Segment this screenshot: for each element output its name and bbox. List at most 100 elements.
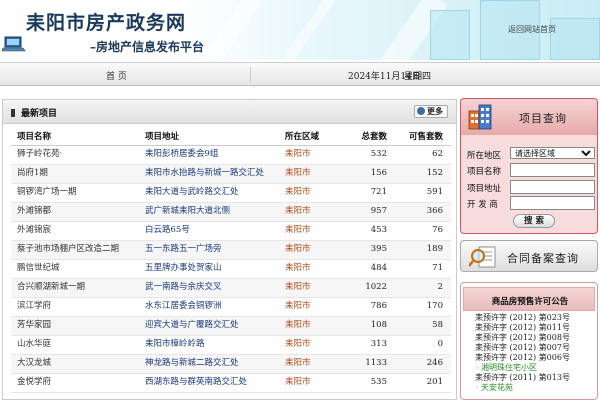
available-units-cell: 58 bbox=[395, 316, 451, 336]
available-units-cell: 366 bbox=[395, 202, 451, 222]
table-row[interactable]: 蔡子池市场棚户区改造二期 五一东路五一广场旁 耒阳市 395 189 bbox=[11, 240, 451, 260]
project-name-cell[interactable]: 蔡子池市场棚户区改造二期 bbox=[11, 240, 141, 260]
permit-project-link[interactable]: ◦天安花苑 bbox=[469, 383, 595, 393]
total-units-cell: 532 bbox=[345, 145, 395, 165]
project-area-cell: 耒阳市 bbox=[281, 221, 345, 241]
project-name-cell[interactable]: 合兴顺湖新城一期 bbox=[11, 278, 141, 298]
available-units-cell: 201 bbox=[395, 373, 451, 393]
project-address-input[interactable] bbox=[510, 180, 595, 194]
total-units-cell: 535 bbox=[345, 373, 395, 393]
more-label: 更多 bbox=[427, 106, 443, 116]
available-units-cell: 0 bbox=[395, 335, 451, 355]
total-units-cell: 1133 bbox=[345, 354, 395, 374]
search-button[interactable]: 搜 索 bbox=[513, 214, 555, 228]
permit-text: 湘明珠住宅小区 bbox=[481, 363, 537, 372]
developer-label: 开 发 商 bbox=[467, 200, 498, 210]
table-row[interactable]: 芳华家园 迎宾大道与广覆路交汇处 耒阳市 108 58 bbox=[11, 316, 451, 336]
contract-query-title: 合同备案查询 bbox=[507, 252, 579, 265]
total-units-cell: 108 bbox=[345, 316, 395, 336]
project-address-row: 项目地址 bbox=[467, 180, 597, 194]
total-units-cell: 721 bbox=[345, 183, 395, 203]
project-name-cell[interactable]: 芳华家园 bbox=[11, 316, 141, 336]
project-address-cell: 白云路65号 bbox=[141, 221, 281, 241]
table-row[interactable]: 铜锣湾广场一期 耒阳大道与武岭路交汇处 耒阳市 721 591 bbox=[11, 183, 451, 203]
project-area-cell: 耒阳市 bbox=[281, 297, 345, 317]
permit-header: 商品房预售许可公告 bbox=[463, 287, 595, 311]
return-home-link[interactable]: 返回网站首页 bbox=[508, 24, 556, 35]
permit-text: 耒预许字 (2012) 第007号 bbox=[475, 343, 570, 352]
permit-title: 商品房预售许可公告 bbox=[491, 297, 569, 307]
presale-permit-panel: 商品房预售许可公告 耒预许字 (2012) 第023号 耒预许字 (2012) 第… bbox=[460, 282, 598, 400]
region-label: 所在地区 bbox=[467, 151, 502, 161]
available-units-cell: 591 bbox=[395, 183, 451, 203]
total-units-cell: 156 bbox=[345, 164, 395, 184]
query-header: 项目查询 bbox=[461, 99, 597, 135]
project-name-input[interactable] bbox=[510, 163, 595, 177]
available-units-cell: 76 bbox=[395, 221, 451, 241]
section-title: 最新项目 bbox=[11, 106, 57, 119]
available-units-cell: 2 bbox=[395, 278, 451, 298]
project-name-cell[interactable]: 外滩锦都 bbox=[11, 202, 141, 222]
project-address-cell: 耒阳彭桥居委会9组 bbox=[141, 145, 281, 165]
magnifier-document-icon bbox=[469, 246, 496, 268]
project-address-cell: 武一南路与余庆交叉 bbox=[141, 278, 281, 298]
current-weekday: 星期四 bbox=[404, 72, 432, 82]
permit-item-link[interactable]: 耒预许字 (2012) 第008号 bbox=[469, 333, 595, 343]
table-row[interactable]: 合兴顺湖新城一期 武一南路与余庆交叉 耒阳市 1022 2 bbox=[11, 278, 451, 298]
available-units-cell: 152 bbox=[395, 164, 451, 184]
permit-item-link[interactable]: 耒预许字 (2012) 第007号 bbox=[469, 343, 595, 353]
permit-item-link[interactable]: 耒预许字 (2012) 第011号 bbox=[469, 323, 595, 333]
site-header: 耒阳市房产政务网 –房地产信息发布平台 返回网站首页 bbox=[0, 0, 600, 60]
table-row[interactable]: 山水华庭 耒阳市樟岭岭路 耒阳市 313 0 bbox=[11, 335, 451, 355]
project-name-cell[interactable]: 尚府1期 bbox=[11, 164, 141, 184]
latest-projects-panel: 最新项目 更多 项目名称 项目地址 所在区域 总套数 可售套数 狮子岭花苑· 耒阳… bbox=[2, 99, 457, 400]
project-area-cell: 耒阳市 bbox=[281, 183, 345, 203]
project-name-cell[interactable]: 大汉龙城 bbox=[11, 354, 141, 374]
permit-item-link[interactable]: 耒预许字 (2011) 第013号 bbox=[469, 373, 595, 383]
project-address-cell: 耒阳市水抬路与新城一路交汇处 bbox=[141, 164, 281, 184]
nav-home-link[interactable]: 首 页 bbox=[106, 69, 127, 82]
available-units-cell: 62 bbox=[395, 145, 451, 165]
permit-text: 耒预许字 (2012) 第008号 bbox=[475, 333, 570, 342]
col-header-available: 可售套数 bbox=[395, 128, 451, 146]
permit-text: 耒预许字 (2011) 第013号 bbox=[475, 373, 570, 382]
project-name-cell[interactable]: 外滩锦宸 bbox=[11, 221, 141, 241]
table-row[interactable]: 外滩锦都 武广新城耒阳大道北侧 耒阳市 957 366 bbox=[11, 202, 451, 222]
table-row[interactable]: 外滩锦宸 白云路65号 耒阳市 453 76 bbox=[11, 221, 451, 241]
project-address-cell: 迎宾大道与广覆路交汇处 bbox=[141, 316, 281, 336]
table-row[interactable]: 狮子岭花苑· 耒阳彭桥居委会9组 耒阳市 532 62 bbox=[11, 145, 451, 165]
project-area-cell: 耒阳市 bbox=[281, 202, 345, 222]
project-query-panel: 项目查询 所在地区 请选择区域 项目名称 项目地址 开 发 商 搜 索 bbox=[460, 98, 598, 234]
permit-list: 耒预许字 (2012) 第023号 耒预许字 (2012) 第011号 耒预许字 (… bbox=[469, 313, 595, 393]
developer-input[interactable] bbox=[510, 196, 595, 210]
permit-project-link[interactable]: ◦湘明珠住宅小区 bbox=[469, 363, 595, 373]
total-units-cell: 395 bbox=[345, 240, 395, 260]
project-name-cell[interactable]: 鹏信世纪城 bbox=[11, 259, 141, 279]
col-header-area: 所在区域 bbox=[281, 128, 345, 146]
more-button[interactable]: 更多 bbox=[414, 105, 448, 118]
permit-text: 天安花苑 bbox=[481, 383, 513, 392]
region-select[interactable]: 请选择区域 bbox=[510, 147, 595, 159]
project-name-cell[interactable]: 滨江学府 bbox=[11, 297, 141, 317]
project-name-cell[interactable]: 铜锣湾广场一期 bbox=[11, 183, 141, 203]
projects-table-body: 狮子岭花苑· 耒阳彭桥居委会9组 耒阳市 532 62 尚府1期 耒阳市水抬路与新城一路交汇… bbox=[11, 145, 451, 393]
table-row[interactable]: 鹏信世纪城 五里牌办事处贺家山 耒阳市 484 71 bbox=[11, 259, 451, 279]
site-subtitle: –房地产信息发布平台 bbox=[90, 40, 205, 54]
permit-item-link[interactable]: 耒预许字 (2012) 第023号 bbox=[469, 313, 595, 323]
table-row[interactable]: 大汉龙城 神龙路与新城二路交汇处 耒阳市 1133 246 bbox=[11, 354, 451, 374]
project-name-cell[interactable]: 狮子岭花苑· bbox=[11, 145, 141, 165]
project-name-cell[interactable]: 山水华庭 bbox=[11, 335, 141, 355]
table-row[interactable]: 滨江学府 水东江居委会铜锣洲 耒阳市 786 170 bbox=[11, 297, 451, 317]
table-row[interactable]: 尚府1期 耒阳市水抬路与新城一路交汇处 耒阳市 156 152 bbox=[11, 164, 451, 184]
total-units-cell: 484 bbox=[345, 259, 395, 279]
project-area-cell: 耒阳市 bbox=[281, 354, 345, 374]
available-units-cell: 189 bbox=[395, 240, 451, 260]
table-row[interactable]: 金悦学府 西湖东路与群英南路交汇处 耒阳市 535 201 bbox=[11, 373, 451, 393]
available-units-cell: 71 bbox=[395, 259, 451, 279]
project-area-cell: 耒阳市 bbox=[281, 240, 345, 260]
permit-item-link[interactable]: 耒预许字 (2012) 第006号 bbox=[469, 353, 595, 363]
project-name-cell[interactable]: 金悦学府 bbox=[11, 373, 141, 393]
project-address-cell: 西湖东路与群英南路交汇处 bbox=[141, 373, 281, 393]
project-area-cell: 耒阳市 bbox=[281, 145, 345, 165]
contract-query-button[interactable]: 合同备案查询 bbox=[460, 240, 598, 272]
